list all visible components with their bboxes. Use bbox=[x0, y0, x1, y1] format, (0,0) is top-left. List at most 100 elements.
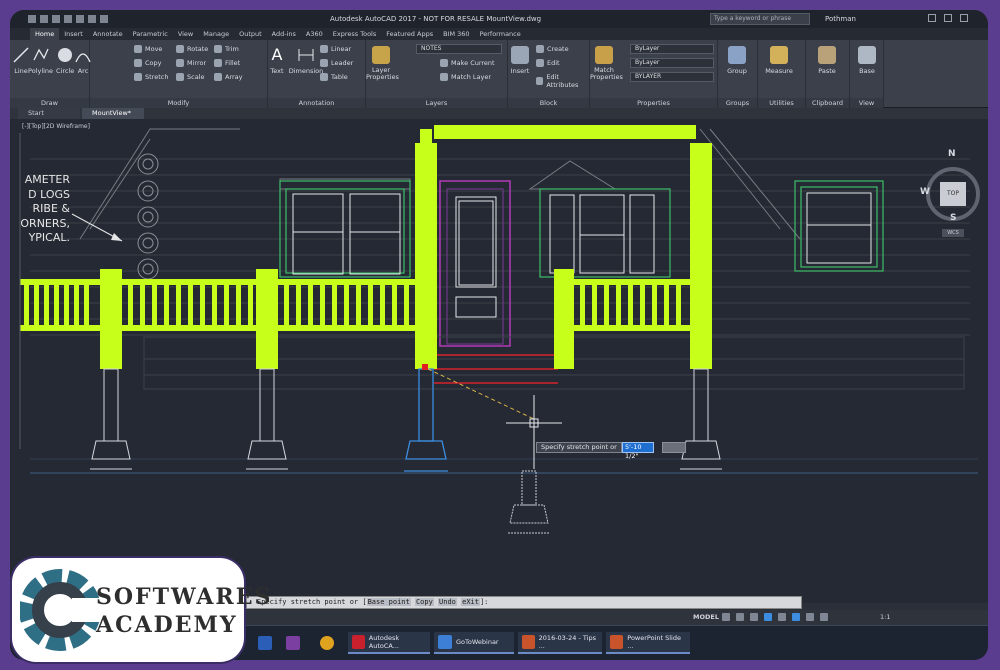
taskbar-autocad[interactable]: Autodesk AutoCA... bbox=[348, 632, 430, 654]
taskbar-onenote[interactable] bbox=[282, 632, 304, 654]
tab-express-tools[interactable]: Express Tools bbox=[328, 28, 381, 40]
panel-layers-title[interactable]: Layers bbox=[366, 98, 507, 108]
option-exit[interactable]: eXit bbox=[461, 598, 480, 606]
create-button[interactable]: Create bbox=[536, 45, 569, 53]
panel-utilities-title[interactable]: Utilities bbox=[758, 98, 805, 108]
linetype-dropdown[interactable]: ByLayer bbox=[630, 58, 714, 68]
panel-draw-title[interactable]: Draw bbox=[10, 98, 89, 108]
taskbar-word[interactable] bbox=[254, 632, 276, 654]
panel-properties-title[interactable]: Properties bbox=[590, 98, 717, 108]
rotate-button[interactable]: Rotate bbox=[176, 45, 208, 53]
save-icon[interactable] bbox=[52, 15, 60, 23]
ortho-icon[interactable] bbox=[750, 613, 758, 621]
lineweight-icon[interactable] bbox=[806, 613, 814, 621]
taskbar-powerpoint-2[interactable]: PowerPoint Slide ... bbox=[606, 632, 690, 654]
dynamic-input-value[interactable]: 5'-10 1/2" bbox=[622, 442, 654, 460]
viewcube-top-face[interactable]: TOP bbox=[940, 182, 966, 206]
panel-groups-title[interactable]: Groups bbox=[718, 98, 757, 108]
polar-icon[interactable] bbox=[764, 613, 772, 621]
annotation-scale[interactable]: 1:1 bbox=[880, 613, 890, 621]
leader-button[interactable]: Leader bbox=[320, 59, 353, 67]
redo-icon[interactable] bbox=[100, 15, 108, 23]
circle-button[interactable]: Circle bbox=[56, 46, 74, 75]
lineweight-dropdown[interactable]: BYLAYER bbox=[630, 72, 714, 82]
trim-button[interactable]: Trim bbox=[214, 45, 239, 53]
panel-view-title[interactable]: View bbox=[850, 98, 883, 108]
insert-button[interactable]: Insert bbox=[510, 46, 530, 75]
tab-view[interactable]: View bbox=[173, 28, 198, 40]
wcs-menu[interactable]: WCS bbox=[942, 229, 964, 237]
taskbar-gotowebinar[interactable]: GoToWebinar bbox=[434, 632, 514, 654]
make-current-button[interactable]: Make Current bbox=[440, 59, 495, 67]
snap-icon[interactable] bbox=[736, 613, 744, 621]
option-base-point[interactable]: Base point bbox=[366, 598, 411, 606]
linear-button[interactable]: Linear bbox=[320, 45, 351, 53]
undo-icon[interactable] bbox=[88, 15, 96, 23]
viewcube-south[interactable]: S bbox=[950, 213, 956, 223]
match-layer-button[interactable]: Match Layer bbox=[440, 73, 491, 81]
tab-a360[interactable]: A360 bbox=[301, 28, 328, 40]
osnap-icon[interactable] bbox=[778, 613, 786, 621]
measure-button[interactable]: Measure bbox=[762, 46, 796, 75]
command-line[interactable]: Specify stretch point or [Base point Cop… bbox=[246, 596, 802, 609]
move-button[interactable]: Move bbox=[134, 45, 162, 53]
edit-attributes-button[interactable]: Edit Attributes bbox=[536, 73, 589, 89]
fillet-button[interactable]: Fillet bbox=[214, 59, 240, 67]
tab-output[interactable]: Output bbox=[234, 28, 267, 40]
viewcube-north[interactable]: N bbox=[948, 149, 956, 159]
tab-annotate[interactable]: Annotate bbox=[88, 28, 128, 40]
polyline-button[interactable]: Polyline bbox=[28, 46, 53, 75]
viewcube-west[interactable]: W bbox=[920, 187, 930, 197]
close-icon[interactable] bbox=[960, 14, 968, 22]
panel-modify-title[interactable]: Modify bbox=[90, 98, 267, 108]
new-icon[interactable] bbox=[28, 15, 36, 23]
scale-button[interactable]: Scale bbox=[176, 73, 205, 81]
annotation-icon[interactable] bbox=[820, 613, 828, 621]
mirror-button[interactable]: Mirror bbox=[176, 59, 206, 67]
panel-clipboard-title[interactable]: Clipboard bbox=[806, 98, 849, 108]
copy-button[interactable]: Copy bbox=[134, 59, 162, 67]
option-copy[interactable]: Copy bbox=[414, 598, 434, 606]
paste-button[interactable]: Paste bbox=[812, 46, 842, 75]
save-as-icon[interactable] bbox=[64, 15, 72, 23]
viewport-controls[interactable]: [-][Top][2D Wireframe] bbox=[22, 123, 90, 130]
stretch-button[interactable]: Stretch bbox=[134, 73, 168, 81]
tab-add-ins[interactable]: Add-ins bbox=[267, 28, 301, 40]
tab-home[interactable]: Home bbox=[30, 28, 60, 40]
text-button[interactable]: A Text bbox=[268, 46, 286, 76]
grid-icon[interactable] bbox=[722, 613, 730, 621]
tab-manage[interactable]: Manage bbox=[198, 28, 234, 40]
array-button[interactable]: Array bbox=[214, 73, 243, 81]
viewcube[interactable]: N W S TOP WCS bbox=[920, 149, 980, 249]
tab-featured-apps[interactable]: Featured Apps bbox=[381, 28, 438, 40]
search-input[interactable]: Type a keyword or phrase bbox=[710, 13, 810, 25]
layer-dropdown[interactable]: NOTES bbox=[416, 44, 502, 54]
drawing-canvas[interactable]: [-][Top][2D Wireframe] AMETER D LOGS RIB… bbox=[10, 119, 988, 603]
maximize-icon[interactable] bbox=[944, 14, 952, 22]
group-button[interactable]: Group bbox=[722, 46, 752, 75]
base-button[interactable]: Base bbox=[854, 46, 880, 75]
otrack-icon[interactable] bbox=[792, 613, 800, 621]
print-icon[interactable] bbox=[76, 15, 84, 23]
tab-insert[interactable]: Insert bbox=[59, 28, 88, 40]
edit-button[interactable]: Edit bbox=[536, 59, 560, 67]
match-properties-button[interactable]: Match Properties bbox=[590, 46, 623, 81]
dynamic-input-angle[interactable] bbox=[662, 442, 686, 453]
layer-properties-button[interactable]: Layer Properties bbox=[366, 46, 399, 81]
open-icon[interactable] bbox=[40, 15, 48, 23]
tab-parametric[interactable]: Parametric bbox=[128, 28, 173, 40]
user-name[interactable]: Pothman bbox=[825, 15, 856, 23]
panel-block-title[interactable]: Block bbox=[508, 98, 589, 108]
color-dropdown[interactable]: ByLayer bbox=[630, 44, 714, 54]
taskbar-chrome[interactable] bbox=[316, 632, 338, 654]
tab-bim-360[interactable]: BIM 360 bbox=[438, 28, 474, 40]
file-tab-mountview[interactable]: MountView* bbox=[82, 108, 144, 119]
option-undo[interactable]: Undo bbox=[438, 598, 457, 606]
model-space-button[interactable]: MODEL bbox=[693, 613, 719, 621]
panel-annotation-title[interactable]: Annotation bbox=[268, 98, 365, 108]
table-button[interactable]: Table bbox=[320, 73, 348, 81]
minimize-icon[interactable] bbox=[928, 14, 936, 22]
tab-performance[interactable]: Performance bbox=[475, 28, 526, 40]
file-tab-start[interactable]: Start bbox=[18, 108, 80, 119]
taskbar-powerpoint-1[interactable]: 2016-03-24 - Tips ... bbox=[518, 632, 602, 654]
